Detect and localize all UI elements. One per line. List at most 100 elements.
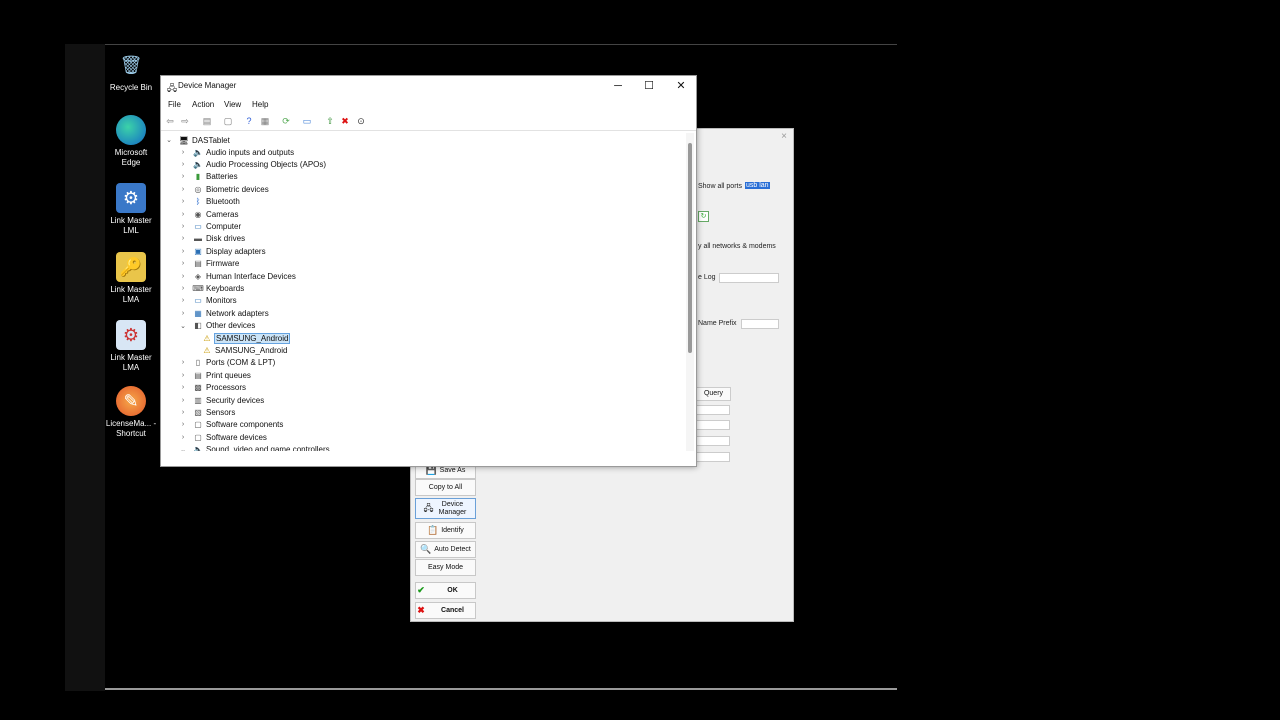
tree-category-item[interactable]: › ⌨ Keyboards bbox=[179, 282, 244, 294]
desktop-icon-edge[interactable]: Microsoft Edge bbox=[105, 115, 157, 168]
tree-category-item[interactable]: ⌄ ◧ Other devices bbox=[179, 320, 255, 332]
desktop-icon-link-master-lma-folder[interactable]: 🔑 Link Master LMA bbox=[105, 252, 157, 305]
tree-category-item[interactable]: › 🔈 Audio inputs and outputs bbox=[179, 146, 294, 158]
chevron-right-icon[interactable]: › bbox=[179, 173, 187, 180]
chevron-right-icon[interactable]: › bbox=[179, 235, 187, 242]
scan-hardware-icon[interactable]: ⟳ bbox=[280, 115, 292, 127]
chevron-right-icon[interactable]: › bbox=[179, 397, 187, 404]
chevron-right-icon[interactable]: › bbox=[179, 260, 187, 267]
chevron-right-icon[interactable]: › bbox=[179, 285, 187, 292]
dialog-close-icon[interactable]: × bbox=[781, 131, 787, 142]
chevron-right-icon[interactable]: › bbox=[179, 421, 187, 428]
tree-category-item[interactable]: › ▢ Software components bbox=[179, 419, 284, 431]
desktop-icon-license-manager[interactable]: ✎ LicenseMa... - Shortcut bbox=[105, 386, 157, 439]
tree-category-item[interactable]: ⌄ 🔈 Sound, video and game controllers bbox=[179, 444, 330, 451]
chevron-down-icon[interactable]: ⌄ bbox=[179, 446, 187, 451]
view-icon[interactable]: ▦ bbox=[259, 115, 271, 127]
chevron-down-icon[interactable]: ⌄ bbox=[179, 322, 187, 330]
select-2[interactable] bbox=[696, 436, 730, 446]
cancel-button[interactable]: ✖ Cancel bbox=[415, 602, 476, 619]
desktop-icon-recycle-bin[interactable]: 🗑 Recycle Bin bbox=[105, 50, 157, 93]
update-driver-icon[interactable]: ⇧ bbox=[324, 115, 336, 127]
chevron-right-icon[interactable]: › bbox=[179, 198, 187, 205]
tree-category-item[interactable]: › ▤ Firmware bbox=[179, 258, 240, 270]
forward-icon[interactable]: ⇨ bbox=[179, 115, 191, 127]
tree-category-item[interactable]: › ▯ Ports (COM & LPT) bbox=[179, 357, 276, 369]
maximize-button[interactable]: ☐ bbox=[634, 78, 664, 94]
show-all-ports-field[interactable]: usb lan bbox=[745, 182, 770, 189]
help-icon[interactable]: ? bbox=[243, 115, 255, 127]
tree-category-item[interactable]: › ◎ Biometric devices bbox=[179, 183, 269, 195]
disable-icon[interactable]: ⊙ bbox=[355, 115, 367, 127]
tree-device-item[interactable]: ⚠ SAMSUNG_Android bbox=[202, 332, 291, 344]
chevron-right-icon[interactable]: › bbox=[179, 434, 187, 441]
identify-button[interactable]: 📋 Identify bbox=[415, 522, 476, 539]
screen-top-border bbox=[65, 44, 897, 45]
uninstall-icon[interactable]: ✖ bbox=[339, 115, 351, 127]
menu-file[interactable]: File bbox=[168, 100, 181, 109]
tree-category-item[interactable]: › ▭ Monitors bbox=[179, 295, 237, 307]
tree-category-item[interactable]: › ▥ Security devices bbox=[179, 394, 264, 406]
copy-to-all-button[interactable]: Copy to All bbox=[415, 479, 476, 496]
chevron-right-icon[interactable]: › bbox=[179, 273, 187, 280]
horizontal-scrollbar[interactable] bbox=[161, 452, 696, 466]
tree-root[interactable]: ⌄ 🖥 DASTablet bbox=[165, 134, 230, 146]
log-label: e Log bbox=[698, 274, 716, 281]
toolbar: ⇦ ⇨ ▤ ▢ ? ▦ ⟳ ▭ ⇧ ✖ ⊙ bbox=[161, 112, 696, 131]
tree-category-item[interactable]: › ▬ Disk drives bbox=[179, 233, 245, 245]
log-field[interactable] bbox=[719, 273, 779, 283]
chevron-right-icon[interactable]: › bbox=[179, 372, 187, 379]
query-field[interactable] bbox=[696, 405, 730, 415]
chevron-right-icon[interactable]: › bbox=[179, 384, 187, 391]
chevron-right-icon[interactable]: › bbox=[179, 161, 187, 168]
name-prefix-field[interactable] bbox=[741, 319, 779, 329]
tree-category-item[interactable]: › ▣ Display adapters bbox=[179, 245, 266, 257]
ok-button[interactable]: ✔ OK bbox=[415, 582, 476, 599]
tree-category-item[interactable]: › ▢ Software devices bbox=[179, 431, 267, 443]
back-icon[interactable]: ⇦ bbox=[164, 115, 176, 127]
menu-action[interactable]: Action bbox=[192, 100, 214, 109]
desktop-icon-link-master-lma[interactable]: ⚙ Link Master LMA bbox=[105, 320, 157, 373]
tree-category-item[interactable]: › ▩ Processors bbox=[179, 382, 246, 394]
tree-category-item[interactable]: › ▧ Sensors bbox=[179, 406, 236, 418]
monitor-icon[interactable]: ▭ bbox=[301, 115, 313, 127]
select-1[interactable] bbox=[696, 420, 730, 430]
tree-category-item[interactable]: › ◉ Cameras bbox=[179, 208, 239, 220]
tree-category-item[interactable]: › ▦ Network adapters bbox=[179, 307, 269, 319]
menu-view[interactable]: View bbox=[224, 100, 241, 109]
device-manager-button[interactable]: 🖧 Device Manager bbox=[415, 498, 476, 519]
tree-device-item[interactable]: ⚠ SAMSUNG_Android bbox=[202, 344, 287, 356]
warning-device-icon: ⚠ bbox=[203, 345, 211, 355]
close-button[interactable]: ✕ bbox=[666, 78, 696, 94]
chevron-down-icon[interactable]: ⌄ bbox=[165, 136, 173, 144]
properties-icon[interactable]: ▤ bbox=[201, 115, 213, 127]
show-hide-icon[interactable]: ▢ bbox=[222, 115, 234, 127]
query-button[interactable]: Query bbox=[696, 387, 731, 401]
tree-category-item[interactable]: › ▮ Batteries bbox=[179, 171, 238, 183]
tree-category-item[interactable]: › ◈ Human Interface Devices bbox=[179, 270, 296, 282]
chevron-right-icon[interactable]: › bbox=[179, 409, 187, 416]
menu-help[interactable]: Help bbox=[252, 100, 268, 109]
chevron-right-icon[interactable]: › bbox=[179, 211, 187, 218]
easy-mode-button[interactable]: Easy Mode bbox=[415, 559, 476, 576]
desktop-icon-link-master-lml[interactable]: ⚙ Link Master LML bbox=[105, 183, 157, 236]
chevron-right-icon[interactable]: › bbox=[179, 297, 187, 304]
tree-category-item[interactable]: › ▭ Computer bbox=[179, 220, 241, 232]
taskbar-line bbox=[105, 688, 897, 690]
refresh-icon[interactable]: ↻ bbox=[698, 211, 709, 222]
chevron-right-icon[interactable]: › bbox=[179, 223, 187, 230]
minimize-button[interactable]: ─ bbox=[603, 78, 633, 94]
scroll-thumb[interactable] bbox=[688, 143, 692, 353]
title-bar[interactable]: 🖧 Device Manager ─ ☐ ✕ bbox=[161, 76, 696, 96]
chevron-right-icon[interactable]: › bbox=[179, 359, 187, 366]
tree-category-item[interactable]: › 🔈 Audio Processing Objects (APOs) bbox=[179, 158, 326, 170]
chevron-right-icon[interactable]: › bbox=[179, 186, 187, 193]
tree-category-item[interactable]: › ▤ Print queues bbox=[179, 369, 251, 381]
chevron-right-icon[interactable]: › bbox=[179, 248, 187, 255]
select-3[interactable] bbox=[696, 452, 730, 462]
vertical-scrollbar[interactable] bbox=[686, 133, 694, 451]
chevron-right-icon[interactable]: › bbox=[179, 310, 187, 317]
chevron-right-icon[interactable]: › bbox=[179, 149, 187, 156]
tree-category-item[interactable]: › ᛒ Bluetooth bbox=[179, 196, 240, 208]
auto-detect-button[interactable]: 🔍 Auto Detect bbox=[415, 541, 476, 558]
